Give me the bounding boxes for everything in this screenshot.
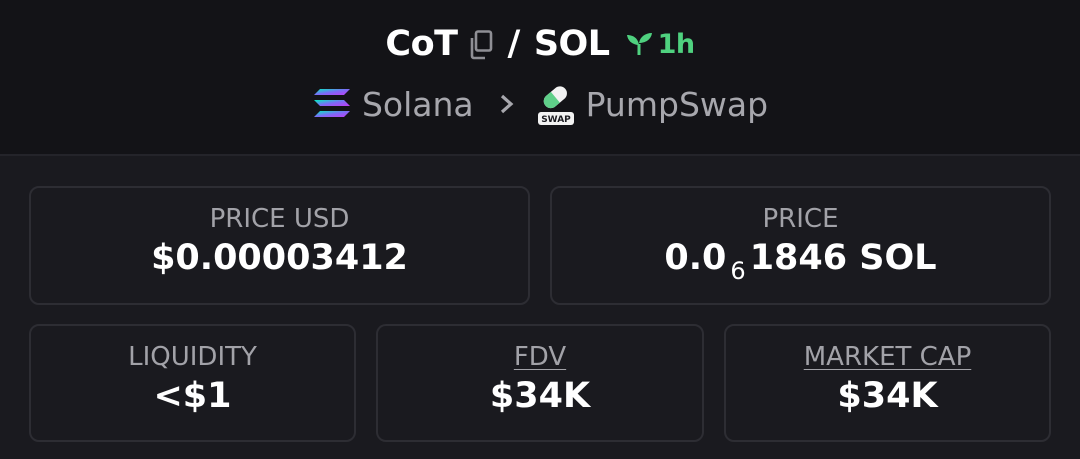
market-cap-label[interactable]: MARKET CAP [726, 342, 1049, 372]
liquidity-label: LIQUIDITY [128, 342, 257, 372]
pair-age: 1h [657, 28, 696, 60]
sprout-icon [626, 33, 652, 55]
price-usd-label: PRICE USD [209, 204, 350, 234]
fdv-value: $34K [489, 376, 591, 416]
price-native-prefix: 0.0 [664, 238, 727, 278]
solana-logo [313, 89, 350, 117]
price-native-label: PRICE [762, 204, 839, 234]
pair-header: CoT / SOL 1h Solana SWAP PumpSwap [0, 0, 1080, 156]
pair-separator: / [507, 24, 521, 64]
price-native-suffix: 1846 SOL [749, 238, 937, 278]
market-cap-card: MARKET CAP $34K [724, 324, 1051, 442]
liquidity-value: <$1 [153, 376, 232, 416]
chain-name[interactable]: Solana [362, 85, 474, 124]
price-native-zero-count: 6 [730, 257, 746, 285]
dex-name[interactable]: PumpSwap [586, 85, 768, 124]
pumpswap-badge: SWAP [541, 115, 571, 125]
quote-symbol: SOL [533, 24, 610, 64]
price-usd-value: $0.00003412 [151, 238, 408, 278]
chevron-right-icon [500, 94, 514, 114]
pumpswap-logo: SWAP [536, 82, 576, 126]
copy-icon[interactable] [468, 29, 494, 60]
price-native-value: 0.0 6 1846 SOL [552, 238, 1049, 285]
base-symbol: CoT [385, 24, 458, 64]
fdv-label[interactable]: FDV [378, 342, 702, 372]
pair-age-badge: 1h [624, 29, 695, 60]
price-usd-card: PRICE USD $0.00003412 [29, 186, 530, 305]
price-native-card: PRICE 0.0 6 1846 SOL [550, 186, 1051, 305]
fdv-card: FDV $34K [376, 324, 704, 442]
liquidity-card: LIQUIDITY <$1 [29, 324, 356, 442]
market-cap-value: $34K [837, 376, 938, 416]
route-row: Solana SWAP PumpSwap [0, 82, 1080, 126]
pair-title-row: CoT / SOL 1h [0, 24, 1080, 64]
